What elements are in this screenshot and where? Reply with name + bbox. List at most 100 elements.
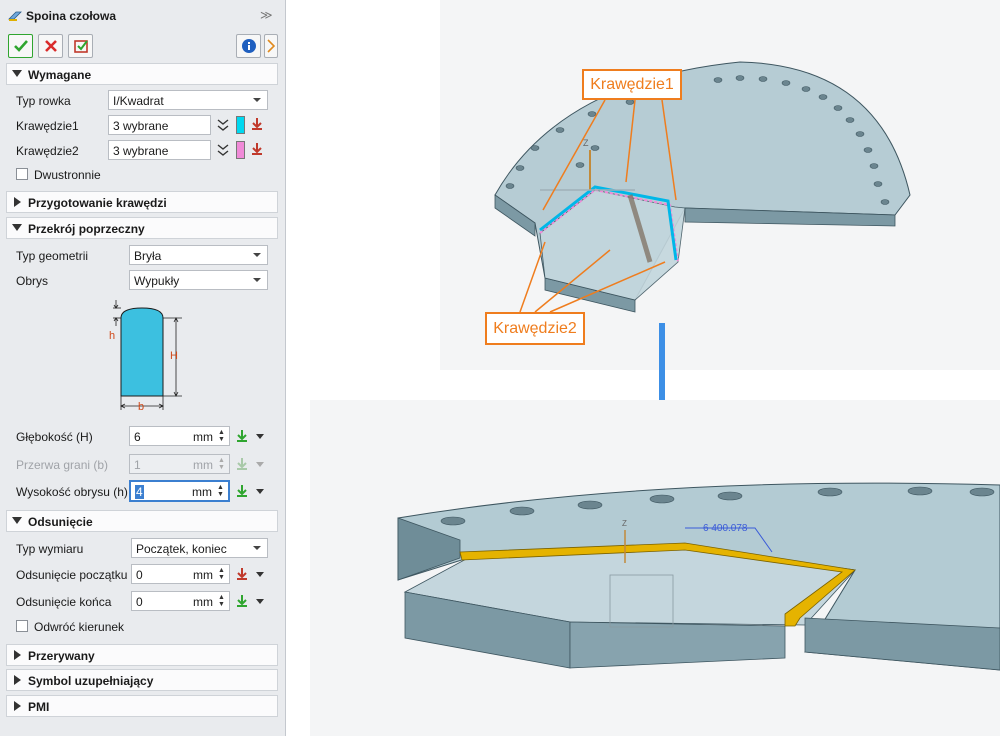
apply-icon [73,40,88,53]
groove-type-value: I/Kwadrat [113,94,164,108]
top-3d-viewport[interactable]: Z Krawędzie1 Krawędzie2 [440,0,1000,370]
bottom-3d-viewport[interactable]: 6 400.078 Z [310,400,1000,736]
expand-arrow-icon [12,517,22,524]
check-icon [13,40,28,52]
start-offset-input[interactable]: 0 mm ▲ ▼ [131,564,230,584]
profile-height-label: Wysokość obrysu (h) [16,485,128,499]
section-cross-section[interactable]: Przekrój poprzeczny [6,217,278,239]
spinner-icon[interactable]: ▲ ▼ [217,484,225,498]
cancel-button[interactable] [38,34,63,58]
section-pmi[interactable]: PMI [6,695,278,717]
edges1-field[interactable]: 3 wybrane [108,115,211,135]
edges2-value: 3 wybrane [113,144,169,158]
section-offset[interactable]: Odsunięcie [6,510,278,532]
edges1-label: Krawędzie1 [16,119,79,133]
section-required[interactable]: Wymagane [6,63,278,85]
depth-value: 6 [134,430,141,444]
edge-pick-icon[interactable] [250,142,264,156]
green-pick-icon[interactable] [235,457,249,471]
collapse-double-chevron-icon[interactable]: ≫ [260,8,273,22]
axis-label: Z [622,519,627,528]
double-chevron-down-icon[interactable] [217,118,229,132]
reverse-direction-label: Odwróć kierunek [34,620,125,634]
edge-pick-icon[interactable] [250,117,264,131]
edges2-label: Krawędzie2 [16,144,79,158]
section-label: PMI [28,700,50,714]
collapsed-arrow-icon [14,650,21,660]
dropdown-arrow-icon[interactable] [256,489,264,494]
dialog-titlebar: Spoina czołowa ≫ [0,0,286,32]
geometry-type-value: Bryła [134,249,162,263]
double-sided-checkbox[interactable] [16,168,28,180]
red-pick-icon[interactable] [235,567,249,581]
profile-value: Wypukły [134,274,180,288]
dropdown-arrow-icon[interactable] [256,572,264,577]
apply-button[interactable] [68,34,93,58]
depth-label: Głębokość (H) [16,430,93,444]
depth-unit: mm [193,430,213,444]
reverse-direction-checkbox[interactable] [16,620,28,632]
collapsed-arrow-icon [14,675,21,685]
dropdown-arrow-icon [253,253,261,257]
profile-select[interactable]: Wypukły [129,270,268,290]
weld-annotation: 6 400.078 [703,523,748,534]
face-gap-input[interactable]: 1 mm ▲ ▼ [129,454,230,474]
axis-label: Z [583,138,589,148]
dropdown-arrow-icon[interactable] [256,434,264,439]
dimension-type-select[interactable]: Początek, koniec [131,538,268,558]
spinner-icon[interactable]: ▲ ▼ [218,567,226,581]
section-supplementary-symbol[interactable]: Symbol uzupełniający [6,669,278,691]
dimension-type-value: Początek, koniec [136,542,227,556]
geometry-type-select[interactable]: Bryła [129,245,268,265]
diagram-h-label: h [109,330,115,342]
section-label: Przekrój poprzeczny [28,222,145,236]
weld-dialog-panel: Spoina czołowa ≫ Wymagane Typ rowka I/Kw… [0,0,286,736]
edges1-value: 3 wybrane [113,119,169,133]
profile-height-input[interactable]: 4 mm ▲ ▼ [129,480,230,502]
end-offset-unit: mm [193,595,213,609]
section-label: Wymagane [28,68,92,82]
section-label: Odsunięcie [28,515,93,529]
dropdown-arrow-icon[interactable] [256,599,264,604]
edges1-color-swatch[interactable] [236,116,245,134]
dialog-title: Spoina czołowa [26,9,117,23]
green-pick-icon[interactable] [235,594,249,608]
help-flag-button[interactable] [264,34,278,58]
end-offset-value: 0 [136,595,143,609]
edges2-color-swatch[interactable] [236,141,245,159]
close-icon [44,40,57,52]
section-label: Przerywany [28,649,95,663]
green-pick-icon[interactable] [235,484,249,498]
double-chevron-down-icon[interactable] [217,143,229,157]
depth-input[interactable]: 6 mm ▲ ▼ [129,426,230,446]
expand-arrow-icon [12,70,22,77]
start-offset-value: 0 [136,568,143,582]
end-offset-input[interactable]: 0 mm ▲ ▼ [131,591,230,611]
info-button[interactable] [236,34,261,58]
ok-button[interactable] [8,34,33,58]
green-pick-icon[interactable] [235,429,249,443]
collapsed-arrow-icon [14,701,21,711]
dimension-type-label: Typ wymiaru [16,542,84,556]
edges2-field[interactable]: 3 wybrane [108,140,211,160]
section-intermittent[interactable]: Przerywany [6,644,278,666]
spinner-icon[interactable]: ▲ ▼ [218,457,226,471]
spinner-icon[interactable]: ▲ ▼ [218,429,226,443]
diagram-H-label: H [170,350,178,362]
flange-weld-result-view: 6 400.078 Z [397,482,1000,671]
weld-feature-icon [8,11,22,21]
profile-height-unit: mm [192,485,212,499]
expand-arrow-icon [12,224,22,231]
diagram-b-label: b [138,401,144,413]
start-offset-label: Odsunięcie początku [16,568,128,582]
section-edge-prep[interactable]: Przygotowanie krawędzi [6,191,278,213]
groove-type-select[interactable]: I/Kwadrat [108,90,268,110]
spinner-icon[interactable]: ▲ ▼ [218,594,226,608]
profile-height-value: 4 [135,485,144,499]
dropdown-arrow-icon [253,546,261,550]
section-label: Przygotowanie krawędzi [28,196,167,210]
weld-cross-section-diagram: h H b [109,300,182,413]
collapsed-arrow-icon [14,197,21,207]
start-offset-unit: mm [193,568,213,582]
dropdown-arrow-icon[interactable] [256,462,264,467]
